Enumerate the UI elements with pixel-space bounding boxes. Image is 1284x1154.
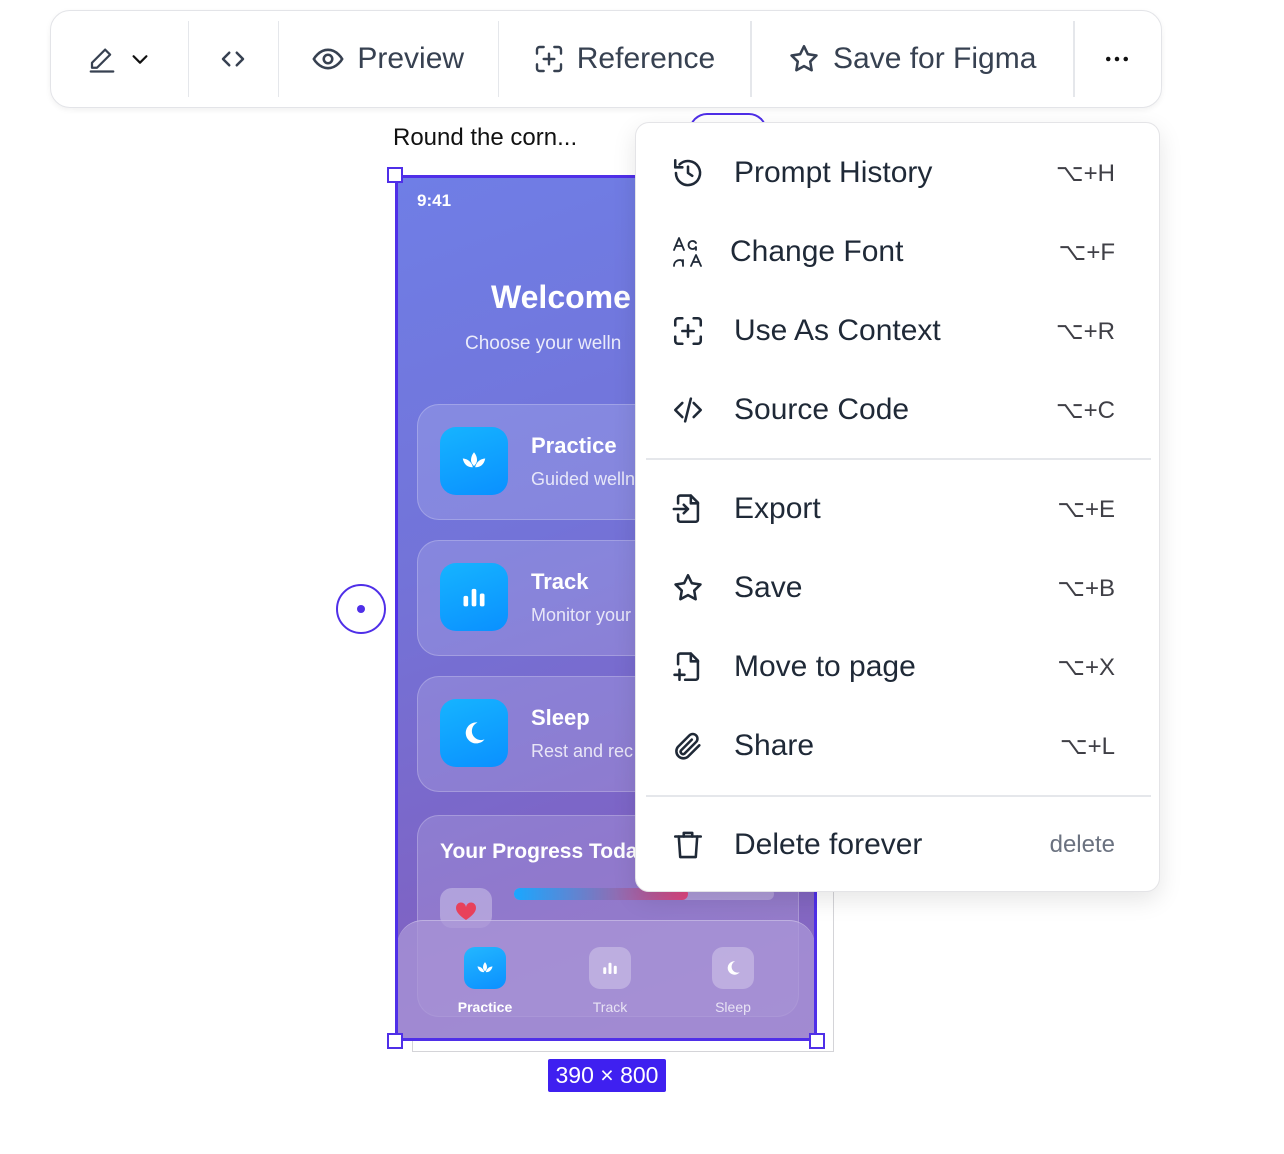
menu-item-change-font[interactable]: Change Font ⌥+F bbox=[636, 222, 1159, 282]
code-icon bbox=[670, 392, 706, 428]
menu-item-shortcut: ⌥+F bbox=[1058, 238, 1115, 266]
menu-item-move-to-page[interactable]: Move to page ⌥+X bbox=[636, 637, 1159, 697]
font-icon bbox=[670, 234, 706, 270]
welcome-title: Welcome bbox=[491, 279, 631, 315]
menu-item-source-code[interactable]: Source Code ⌥+C bbox=[636, 380, 1159, 440]
file-plus-icon bbox=[670, 649, 706, 685]
preview-label: Preview bbox=[357, 42, 465, 75]
lotus-icon bbox=[464, 947, 506, 989]
menu-item-shortcut: ⌥+R bbox=[1055, 317, 1115, 345]
save-for-figma-button[interactable]: Save for Figma bbox=[750, 11, 1073, 107]
menu-item-shortcut: ⌥+L bbox=[1059, 732, 1115, 760]
menu-item-label: Delete forever bbox=[734, 828, 923, 861]
card-subtitle: Rest and rec bbox=[531, 741, 634, 761]
menu-item-label: Prompt History bbox=[734, 156, 933, 189]
menu-item-shortcut: ⌥+B bbox=[1057, 574, 1115, 602]
more-horizontal-icon bbox=[1102, 44, 1132, 74]
menu-item-label: Source Code bbox=[734, 393, 910, 426]
preview-button[interactable]: Preview bbox=[277, 11, 498, 107]
pencil-icon bbox=[87, 44, 117, 74]
card-title: Sleep bbox=[531, 705, 590, 730]
tab-track[interactable]: Track bbox=[570, 947, 650, 1015]
menu-item-label: Export bbox=[734, 492, 821, 525]
menu-item-label: Change Font bbox=[730, 235, 904, 268]
menu-item-label: Move to page bbox=[734, 650, 916, 683]
more-options-button[interactable] bbox=[1073, 11, 1161, 107]
tab-sleep[interactable]: Sleep bbox=[693, 947, 773, 1015]
resize-handle-bottom-right[interactable] bbox=[809, 1033, 825, 1049]
chevron-down-icon bbox=[129, 48, 151, 70]
menu-item-shortcut: ⌥+H bbox=[1055, 159, 1115, 187]
star-icon bbox=[670, 570, 706, 606]
reference-icon bbox=[533, 43, 565, 75]
tab-practice[interactable]: Practice bbox=[445, 947, 525, 1015]
bottom-tab-bar: Practice Track Sleep bbox=[397, 920, 815, 1041]
history-icon bbox=[670, 155, 706, 191]
frame-name-label[interactable]: Round the corn... bbox=[393, 124, 577, 152]
code-button[interactable] bbox=[187, 11, 278, 107]
menu-item-label: Share bbox=[734, 729, 815, 762]
tab-label: Practice bbox=[457, 999, 513, 1015]
reference-label: Reference bbox=[576, 42, 716, 75]
card-title: Practice bbox=[531, 433, 617, 458]
menu-item-export[interactable]: Export ⌥+E bbox=[636, 479, 1159, 539]
card-subtitle: Monitor your bbox=[531, 605, 632, 625]
frame-dimensions-badge: 390 × 800 bbox=[548, 1059, 666, 1092]
trash-icon bbox=[670, 827, 706, 863]
eye-icon bbox=[311, 42, 345, 76]
lotus-icon bbox=[440, 427, 508, 495]
more-options-menu: Prompt History ⌥+H Change Font ⌥+F Use A… bbox=[635, 122, 1160, 892]
menu-item-shortcut: delete bbox=[1049, 831, 1115, 858]
export-icon bbox=[670, 491, 706, 527]
menu-item-prompt-history[interactable]: Prompt History ⌥+H bbox=[636, 143, 1159, 203]
menu-item-delete-forever[interactable]: Delete forever delete bbox=[636, 815, 1159, 875]
tab-label: Track bbox=[592, 999, 628, 1015]
menu-item-label: Save bbox=[734, 571, 803, 604]
menu-item-save[interactable]: Save ⌥+B bbox=[636, 558, 1159, 618]
save-for-figma-label: Save for Figma bbox=[833, 42, 1037, 75]
menu-divider bbox=[646, 458, 1151, 460]
context-icon bbox=[670, 313, 706, 349]
toolbar: Preview Reference Save for Figma bbox=[50, 10, 1162, 108]
menu-item-share[interactable]: Share ⌥+L bbox=[636, 716, 1159, 776]
rotate-handle[interactable] bbox=[336, 584, 386, 634]
menu-item-shortcut: ⌥+E bbox=[1057, 495, 1115, 523]
bar-chart-icon bbox=[589, 947, 631, 989]
menu-item-shortcut: ⌥+X bbox=[1057, 653, 1115, 681]
card-title: Track bbox=[531, 569, 589, 594]
card-subtitle: Guided welln bbox=[531, 469, 636, 489]
resize-handle-bottom-left[interactable] bbox=[387, 1033, 403, 1049]
welcome-subtitle: Choose your welln bbox=[465, 333, 622, 354]
star-icon bbox=[787, 42, 821, 76]
menu-divider bbox=[646, 795, 1151, 797]
reference-button[interactable]: Reference bbox=[497, 11, 751, 107]
menu-item-label: Use As Context bbox=[734, 314, 941, 347]
menu-item-shortcut: ⌥+C bbox=[1055, 396, 1115, 424]
resize-handle-top-left[interactable] bbox=[387, 167, 403, 183]
paperclip-icon bbox=[670, 728, 706, 764]
tab-label: Sleep bbox=[715, 999, 751, 1015]
moon-icon bbox=[712, 947, 754, 989]
edit-mode-dropdown[interactable] bbox=[51, 11, 188, 107]
code-icon bbox=[218, 44, 248, 74]
menu-item-use-as-context[interactable]: Use As Context ⌥+R bbox=[636, 301, 1159, 361]
status-time: 9:41 bbox=[417, 191, 452, 210]
moon-icon bbox=[440, 699, 508, 767]
progress-title: Your Progress Toda bbox=[440, 840, 638, 863]
bar-chart-icon bbox=[440, 563, 508, 631]
